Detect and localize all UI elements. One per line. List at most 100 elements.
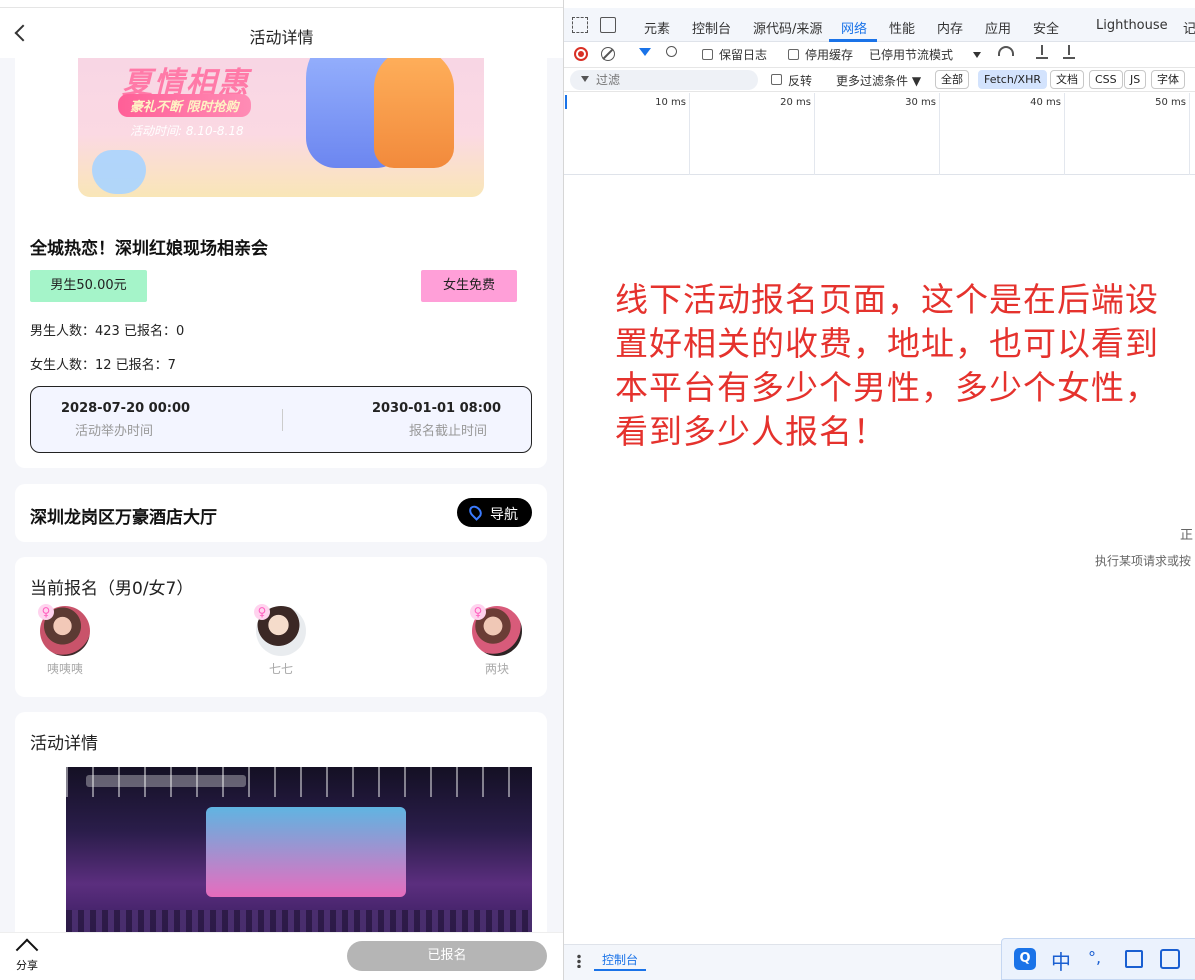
mobile-preview: 活动详情 夏情相惠 豪礼不断 限时抢购 活动时间: 8.10-8.18 全城热恋… [0, 0, 563, 980]
tab-recorder[interactable]: 记 [1183, 18, 1195, 37]
event-title: 全城热恋！深圳红娘现场相亲会 [30, 239, 268, 259]
tab-performance[interactable]: 性能 [889, 18, 915, 37]
disable-cache-label: 停用缓存 [805, 48, 854, 62]
more-options-icon[interactable] [577, 954, 581, 968]
member-item[interactable]: ♀ 七七 [241, 604, 321, 677]
ime-punct-toggle[interactable]: °, [1088, 948, 1101, 967]
filter-input[interactable] [596, 72, 746, 88]
member-name: 咦咦咦 [46, 662, 83, 676]
location-pin-icon [466, 503, 485, 521]
chip-doc[interactable]: 文档 [1050, 70, 1084, 89]
event-info-card: 夏情相惠 豪礼不断 限时抢购 活动时间: 8.10-8.18 全城热恋！深圳红娘… [15, 58, 547, 468]
time-box: 2028-07-20 00:00 活动举办时间 2030-01-01 08:00… [30, 386, 532, 453]
event-banner-image: 夏情相惠 豪礼不断 限时抢购 活动时间: 8.10-8.18 [78, 58, 484, 197]
clear-icon[interactable] [601, 47, 615, 61]
avatar: ♀ [470, 604, 522, 656]
disable-cache-checkbox[interactable] [788, 49, 799, 60]
avatar: ♀ [38, 604, 90, 656]
banner-figure [374, 58, 454, 168]
network-timeline[interactable]: 10 ms 20 ms 30 ms 40 ms 50 ms [564, 93, 1195, 175]
heart-icon [92, 150, 146, 194]
tab-application[interactable]: 应用 [985, 18, 1011, 37]
invert-label: 反转 [788, 74, 813, 88]
deadline-time: 2030-01-01 08:00 [371, 401, 501, 416]
member-item[interactable]: ♀ 咦咦咦 [25, 604, 105, 677]
inspect-element-icon[interactable] [572, 17, 588, 33]
filter-field[interactable] [570, 70, 758, 90]
upload-icon[interactable] [1036, 45, 1048, 59]
banner-date: 活动时间: 8.10-8.18 [130, 124, 244, 138]
devtools-panel: 元素 控制台 源代码/来源 网络 性能 内存 应用 安全 Lighthouse … [563, 0, 1195, 980]
divider [282, 409, 283, 431]
bottom-bar: 分享 已报名 [0, 932, 563, 980]
registered-button[interactable]: 已报名 [347, 941, 547, 971]
member-name: 两块 [484, 662, 509, 676]
male-count: 男生人数：423 已报名：0 [30, 324, 185, 339]
download-icon[interactable] [1063, 45, 1075, 59]
device-toolbar-icon[interactable] [600, 17, 616, 33]
search-icon[interactable] [666, 46, 677, 57]
ime-logo-icon[interactable]: Q [1014, 948, 1036, 970]
tab-lighthouse[interactable]: Lighthouse [1096, 18, 1168, 33]
handwriting-icon[interactable] [1160, 949, 1180, 969]
active-drawer-indicator [594, 969, 646, 971]
tab-elements[interactable]: 元素 [644, 18, 670, 37]
filter-bar: 反转 更多过滤条件 ▼ 全部 Fetch/XHR 文档 CSS JS 字体 [564, 68, 1195, 92]
address-text: 深圳龙岗区万豪酒店大厅 [30, 508, 217, 528]
signup-card: 当前报名（男0/女7） ♀ 咦咦咦 ♀ 七七 ♀ 两块 [15, 557, 547, 697]
keyboard-icon[interactable] [1125, 950, 1143, 968]
chip-css[interactable]: CSS [1089, 70, 1123, 89]
chip-js[interactable]: JS [1124, 70, 1147, 89]
sponsor-logos [86, 775, 246, 787]
chevron-down-icon[interactable] [973, 52, 981, 58]
filter-icon[interactable] [639, 48, 651, 56]
address-card: 深圳龙岗区万豪酒店大厅 导航 [15, 484, 547, 542]
tab-network[interactable]: 网络 [841, 18, 867, 37]
chip-all[interactable]: 全部 [935, 70, 969, 89]
browser-strip [0, 0, 563, 8]
tab-console[interactable]: 控制台 [692, 18, 731, 37]
annotation-text: 线下活动报名页面，这个是在后端设置好相关的收费，地址，也可以看到本平台有多少个男… [615, 280, 1159, 451]
female-icon: ♀ [470, 604, 486, 620]
preserve-log-label: 保留日志 [719, 48, 768, 62]
network-toolbar: 保留日志 停用缓存 已停用节流模式 [564, 42, 1195, 68]
empty-state-line: 正 [1180, 528, 1194, 543]
navigate-button[interactable]: 导航 [457, 498, 532, 527]
chip-fetch-xhr[interactable]: Fetch/XHR [978, 70, 1047, 89]
timeline-tick: 10 ms [655, 97, 686, 108]
drawer-tab-console[interactable]: 控制台 [602, 951, 638, 968]
timeline-col: 30 ms [815, 93, 940, 175]
chip-font[interactable]: 字体 [1151, 70, 1185, 89]
navigate-label: 导航 [490, 507, 518, 523]
male-price-tag: 男生50.00元 [30, 270, 147, 302]
detail-title: 活动详情 [30, 734, 98, 754]
invert-checkbox[interactable] [771, 74, 782, 85]
timeline-tick: 40 ms [1030, 97, 1061, 108]
female-count: 女生人数：12 已报名：7 [30, 358, 176, 373]
member-item[interactable]: ♀ 两块 [457, 604, 537, 677]
throttle-select[interactable]: 已停用节流模式 [869, 46, 953, 63]
banner-pill: 豪礼不断 限时抢购 [118, 94, 251, 117]
network-conditions-icon[interactable] [998, 46, 1014, 56]
female-price-tag: 女生免费 [421, 270, 517, 302]
empty-state-hint: 执行某项请求或按 [1095, 554, 1192, 568]
female-icon: ♀ [254, 604, 270, 620]
funnel-icon [581, 76, 589, 82]
preserve-log-checkbox[interactable] [702, 49, 713, 60]
female-icon: ♀ [38, 604, 54, 620]
nav-bar: 活动详情 [0, 8, 563, 58]
devtools-tabbar: 元素 控制台 源代码/来源 网络 性能 内存 应用 安全 Lighthouse … [564, 8, 1195, 42]
ime-mode-toggle[interactable]: 中 [1051, 946, 1071, 975]
tab-memory[interactable]: 内存 [937, 18, 963, 37]
more-filters-dropdown[interactable]: 更多过滤条件 ▼ [836, 72, 921, 89]
avatar: ♀ [254, 604, 306, 656]
share-button[interactable]: 分享 [12, 938, 42, 973]
timeline-tick: 20 ms [780, 97, 811, 108]
timeline-col: 10 ms [564, 93, 690, 175]
tab-sources[interactable]: 源代码/来源 [753, 18, 822, 37]
record-icon[interactable] [574, 47, 588, 61]
event-start-time: 2028-07-20 00:00 [61, 401, 191, 416]
tab-security[interactable]: 安全 [1033, 18, 1059, 37]
timeline-tick: 30 ms [905, 97, 936, 108]
member-name: 七七 [268, 662, 293, 676]
